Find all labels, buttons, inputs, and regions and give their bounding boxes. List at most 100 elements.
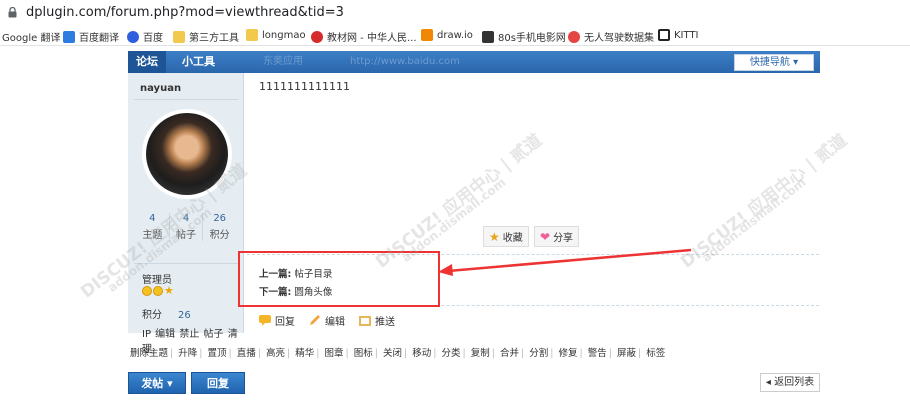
divider — [134, 263, 238, 264]
action-label: 推送 — [375, 317, 395, 328]
score-value: 26 — [178, 310, 191, 321]
medals: ★ — [142, 285, 174, 296]
nav-link-faint[interactable]: http://www.baidu.com — [350, 51, 460, 73]
bookmark-kitti[interactable]: KITTI — [658, 29, 699, 41]
heart-icon: ❤ — [540, 229, 551, 244]
medal-icon — [153, 286, 163, 296]
tab-forum[interactable]: 论坛 — [128, 51, 166, 73]
annotation-arrow-icon — [438, 248, 692, 276]
baidu-paw-icon — [127, 30, 139, 43]
mod-action[interactable]: 移动 — [410, 348, 433, 359]
medal-icon — [142, 286, 152, 296]
new-post-button[interactable]: 发帖 ▾ — [128, 372, 186, 394]
bookmark-drawio[interactable]: draw.io — [421, 29, 473, 41]
reply-button[interactable]: 回复 — [191, 372, 245, 394]
edit-action[interactable]: 编辑 — [309, 313, 345, 328]
mod-action[interactable]: 高亮 — [264, 348, 287, 359]
stat-threads[interactable]: 4 主题 — [136, 213, 170, 241]
push-action[interactable]: 推送 — [359, 313, 395, 328]
speech-bubble-icon — [259, 315, 271, 326]
mod-action[interactable]: 复制 — [469, 348, 492, 359]
action-label: 回复 — [275, 317, 295, 328]
mod-action[interactable]: 删除主题 — [128, 348, 170, 359]
bookmark-label: 第三方工具 — [189, 33, 239, 44]
bookmark-baidu-translate[interactable]: 百度翻译 — [63, 29, 119, 44]
moderation-bar: 删除主题 | 升降 | 置顶 | 直播 | 高亮 | 精华 | 图章 | 图标 | 关闭 | 移动… — [128, 348, 667, 359]
bookmark-label: 百度 — [143, 33, 163, 44]
stat-value: 4 — [149, 213, 156, 224]
push-icon — [359, 316, 371, 326]
bookmarks-bar: Google 翻译 百度翻译 百度 第三方工具 longmao 教材网 - 中华… — [0, 26, 910, 46]
share-button[interactable]: ❤ 分享 — [534, 226, 580, 247]
back-to-list-button[interactable]: ◂ 返回列表 — [760, 373, 820, 392]
bookmark-label: longmao — [262, 29, 306, 41]
favorite-button[interactable]: ★ 收藏 — [483, 226, 529, 247]
bookmark-label: Google 翻译 — [2, 33, 61, 44]
url-text[interactable]: dplugin.com/forum.php?mod=viewthread&tid… — [26, 5, 344, 20]
lock-icon — [8, 7, 17, 18]
avatar[interactable] — [142, 109, 232, 199]
mod-action[interactable]: 图标 — [352, 348, 375, 359]
forum-page: 论坛 小工具 东奥应用 http://www.baidu.com 快捷导航 ▾ … — [0, 47, 910, 403]
stat-posts[interactable]: 4 帖子 — [170, 213, 204, 241]
folder-icon — [173, 30, 185, 43]
mod-action[interactable]: 屏蔽 — [615, 348, 638, 359]
user-sidebar: nayuan 4 主题 4 帖子 26 积分 管理员 ★ 积分 26 IP 编辑… — [128, 73, 244, 355]
mod-action[interactable]: 精华 — [293, 348, 316, 359]
tab-tools[interactable]: 小工具 — [174, 51, 223, 73]
forum-nav-bar: 论坛 小工具 东奥应用 http://www.baidu.com 快捷导航 ▾ — [128, 51, 820, 73]
mod-action[interactable]: 升降 — [176, 348, 199, 359]
bookmark-label: KITTI — [674, 29, 699, 41]
bookmark-textbook[interactable]: 教材网 - 中华人民... — [311, 29, 417, 44]
quick-nav-button[interactable]: 快捷导航 ▾ — [734, 54, 814, 71]
bookmark-label: 80s手机电影网 — [498, 33, 566, 44]
folder-icon — [246, 29, 258, 41]
bookmark-label: draw.io — [437, 29, 473, 41]
favorite-label: 收藏 — [502, 233, 523, 244]
mod-action[interactable]: 置顶 — [206, 348, 229, 359]
film-icon — [482, 30, 494, 43]
stat-label: 积分 — [209, 230, 230, 241]
stat-label: 主题 — [142, 230, 163, 241]
stat-label: 帖子 — [176, 230, 196, 241]
bookmark-folder-longmao[interactable]: longmao — [246, 29, 306, 41]
bookmark-label: 教材网 - 中华人民... — [327, 33, 417, 44]
post-actions: 回复 编辑 推送 — [259, 313, 395, 328]
bookmark-label: 无人驾驶数据集 — [584, 33, 654, 44]
reply-action[interactable]: 回复 — [259, 313, 295, 328]
bookmark-80s[interactable]: 80s手机电影网 — [482, 29, 566, 44]
bookmark-baidu[interactable]: 百度 — [127, 29, 163, 44]
bookmark-google-translate[interactable]: Google 翻译 — [2, 29, 60, 44]
bookmark-folder-tools[interactable]: 第三方工具 — [173, 29, 239, 44]
bookmark-dataset[interactable]: 无人驾驶数据集 — [568, 29, 654, 44]
mod-action[interactable]: 关闭 — [381, 348, 404, 359]
score-label: 积分 — [142, 310, 162, 321]
mod-action[interactable]: 直播 — [235, 348, 258, 359]
mod-action[interactable]: 修复 — [557, 348, 580, 359]
stat-value: 26 — [213, 213, 227, 224]
kitti-icon — [658, 29, 670, 41]
user-score: 积分 26 — [142, 306, 191, 321]
divider — [134, 99, 238, 100]
avatar-photo — [146, 113, 228, 195]
nav-link-faint[interactable]: 东奥应用 — [263, 51, 303, 73]
data-icon — [568, 30, 580, 43]
user-stats: 4 主题 4 帖子 26 积分 — [136, 213, 236, 241]
baidu-translate-icon — [63, 30, 75, 43]
pencil-icon — [310, 315, 320, 325]
mod-action[interactable]: 分类 — [440, 348, 463, 359]
highlight-box — [238, 251, 440, 307]
mod-action[interactable]: 警告 — [586, 348, 609, 359]
mod-action[interactable]: 标签 — [644, 348, 667, 359]
action-label: 编辑 — [325, 317, 345, 328]
share-label: 分享 — [553, 233, 574, 244]
username[interactable]: nayuan — [140, 83, 181, 94]
mod-action[interactable]: 合并 — [498, 348, 521, 359]
stat-value: 4 — [182, 213, 190, 224]
mod-action[interactable]: 图章 — [323, 348, 346, 359]
address-bar[interactable]: dplugin.com/forum.php?mod=viewthread&tid… — [0, 0, 910, 25]
post-message: 1111111111111 — [259, 80, 350, 93]
mod-action[interactable]: 分割 — [527, 348, 550, 359]
stat-credits[interactable]: 26 积分 — [203, 213, 236, 241]
star-icon: ★ — [489, 229, 500, 244]
